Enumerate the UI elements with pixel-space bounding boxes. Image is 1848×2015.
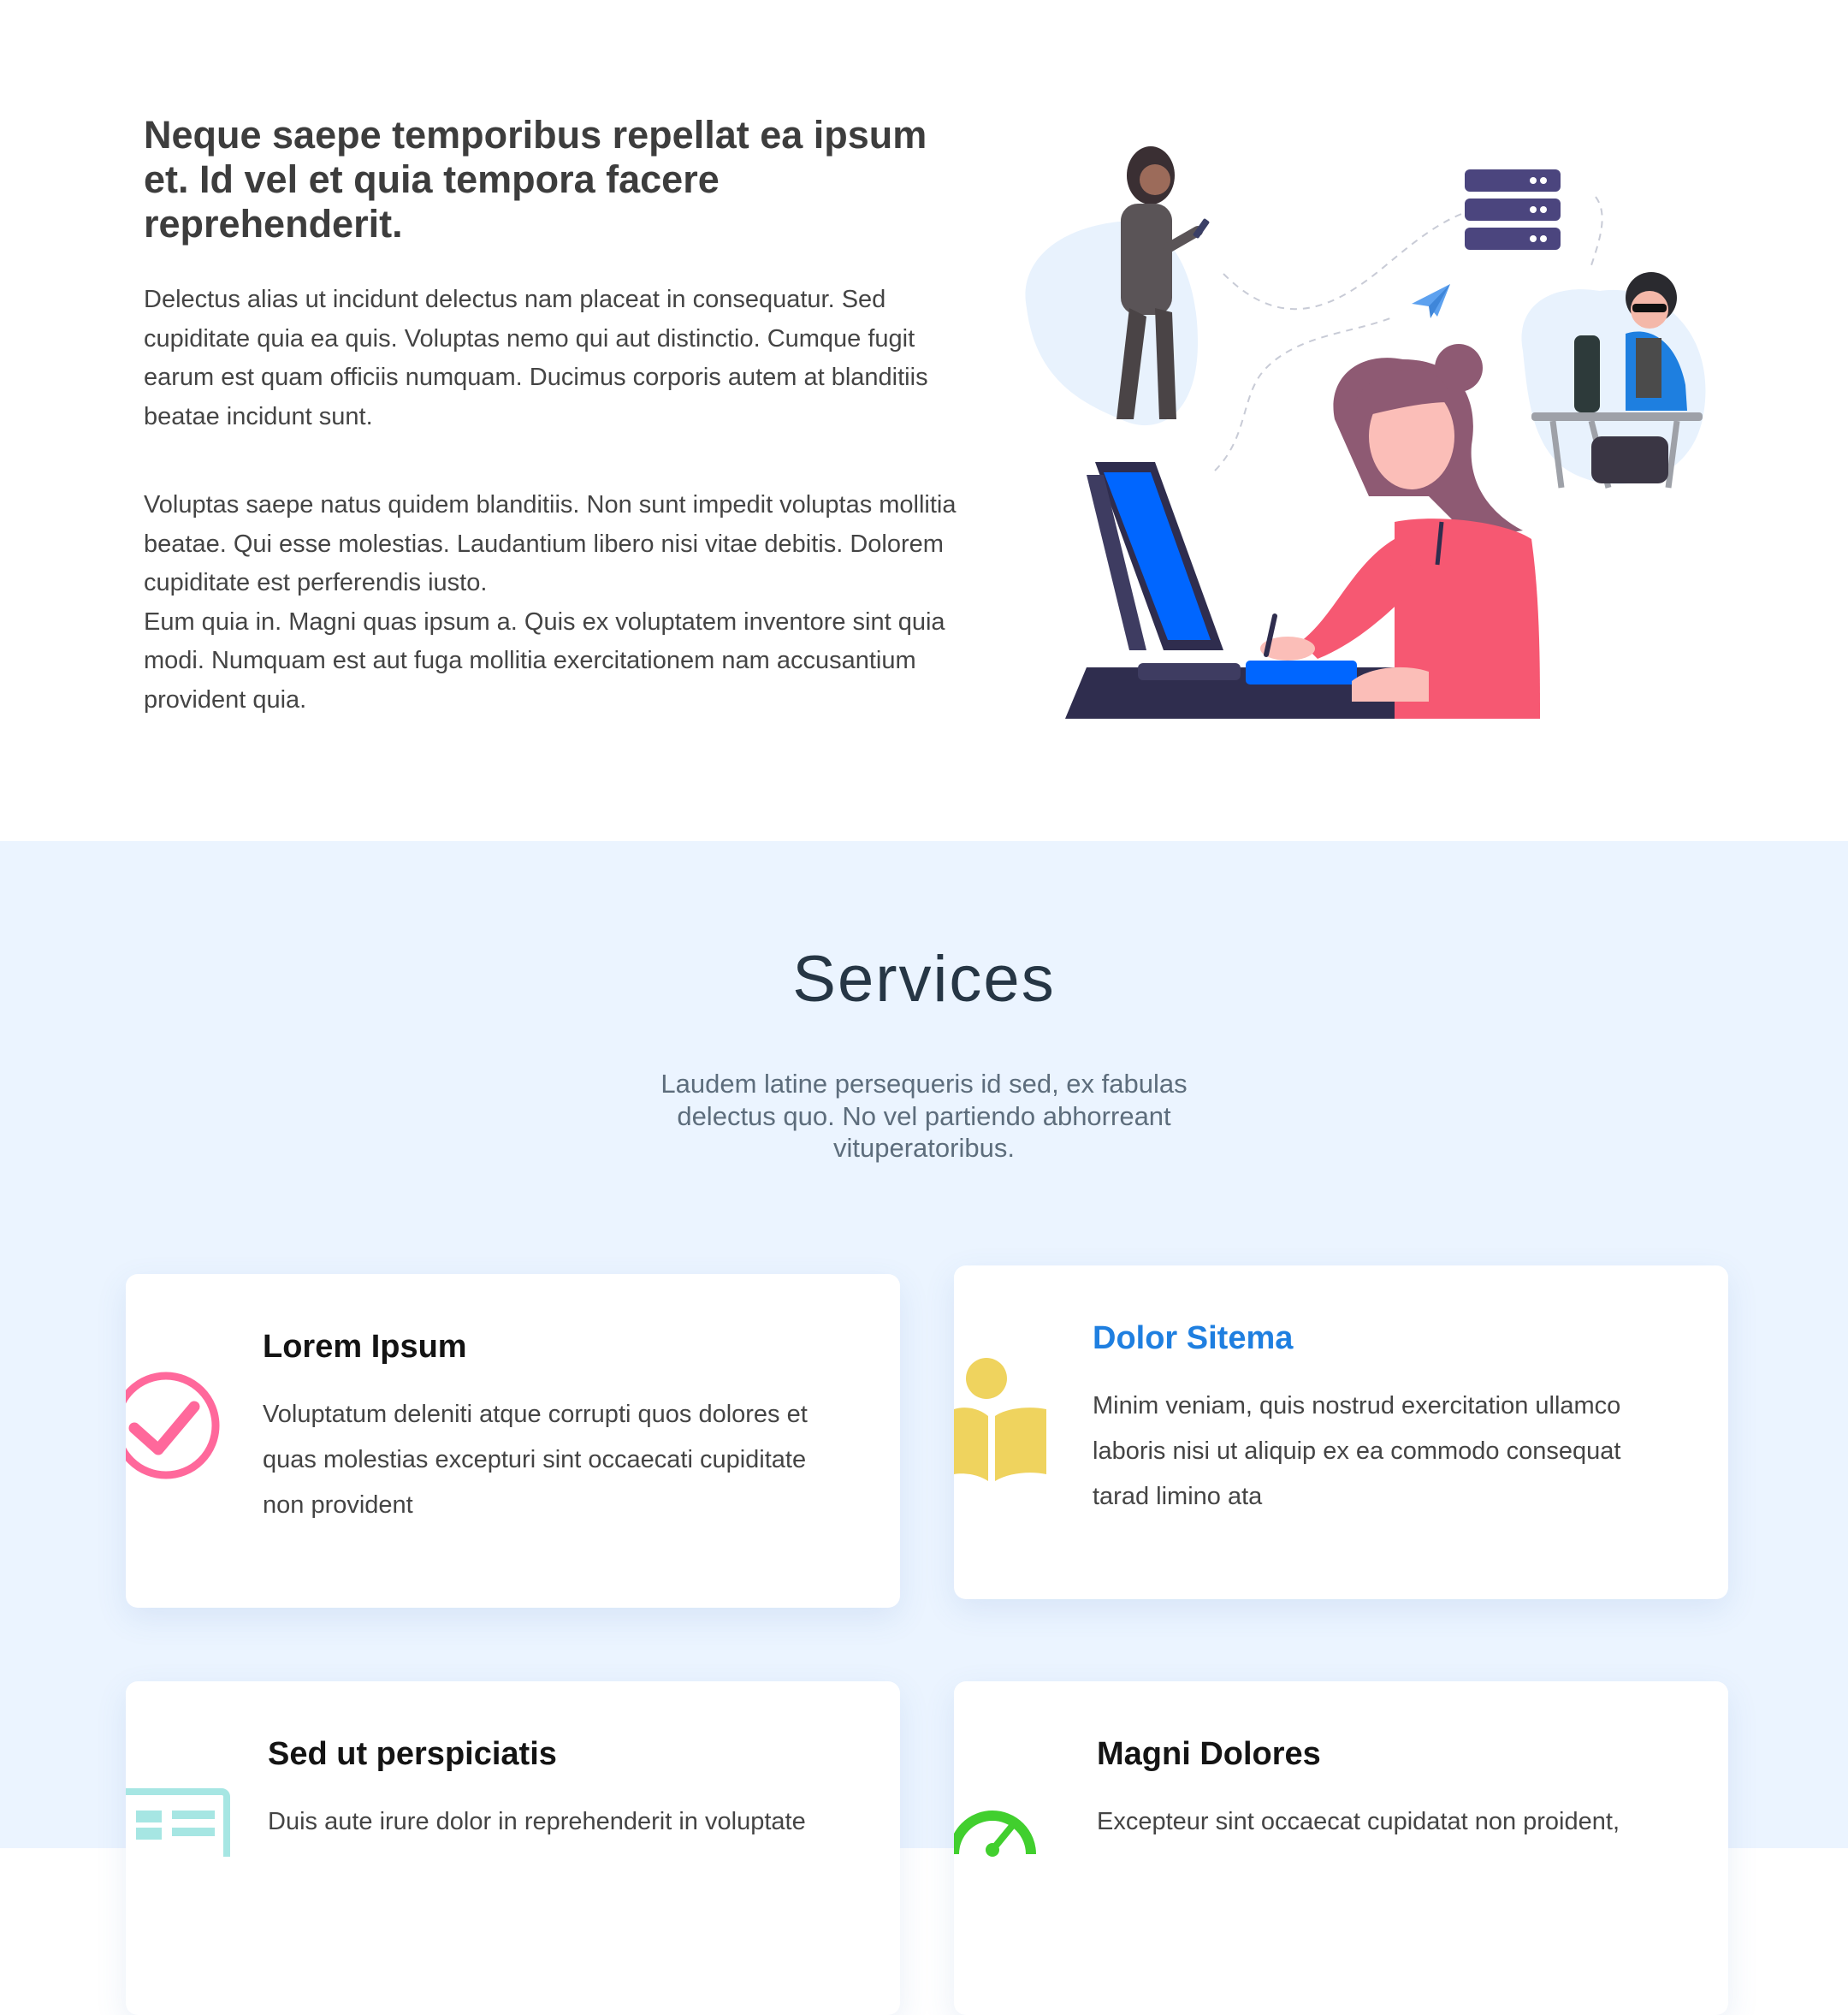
about-text-block: Neque saepe temporibus repellat ea ipsum… xyxy=(144,113,965,720)
service-card-text: Voluptatum deleniti atque corrupti quos … xyxy=(263,1401,808,1519)
speedometer-icon xyxy=(954,1811,1036,1857)
service-card-title: Magni Dolores xyxy=(1097,1736,1321,1772)
about-paragraph-3: Eum quia in. Magni quas ipsum a. Quis ex… xyxy=(144,607,945,714)
service-card-text: Duis aute irure dolor in reprehenderit i… xyxy=(268,1808,806,1835)
service-card-text: Minim veniam, quis nostrud exercitation … xyxy=(1093,1392,1621,1510)
services-subtitle: Laudem latine persequeris id sed, ex fab… xyxy=(660,1069,1188,1163)
about-paragraph-2: Voluptas saepe natus quidem blanditiis. … xyxy=(144,491,957,596)
about-title: Neque saepe temporibus repellat ea ipsum… xyxy=(144,113,927,246)
service-card-sed-ut-perspiciatis[interactable]: Sed ut perspiciatis Duis aute irure dolo… xyxy=(126,1681,900,2015)
service-card-title: Sed ut perspiciatis xyxy=(268,1736,557,1772)
services-title: Services xyxy=(792,943,1056,1016)
service-card-dolor-sitema[interactable]: Dolor Sitema Minim veniam, quis nostrud … xyxy=(954,1265,1728,1599)
service-card-lorem-ipsum[interactable]: Lorem Ipsum Voluptatum deleniti atque co… xyxy=(126,1274,900,1608)
service-card-title: Dolor Sitema xyxy=(1093,1320,1294,1356)
check-circle-icon xyxy=(126,1372,220,1479)
book-reader-icon xyxy=(954,1358,1046,1481)
about-section: Neque saepe temporibus repellat ea ipsum… xyxy=(0,0,1848,841)
service-card-magni-dolores[interactable]: Magni Dolores Excepteur sint occaecat cu… xyxy=(954,1681,1728,2015)
newspaper-icon xyxy=(126,1788,230,1857)
service-card-text: Excepteur sint occaecat cupidatat non pr… xyxy=(1097,1808,1620,1835)
about-paragraph-1: Delectus alias ut incidunt delectus nam … xyxy=(144,286,928,430)
team-illustration xyxy=(1025,146,1706,719)
service-card-title: Lorem Ipsum xyxy=(263,1329,467,1365)
